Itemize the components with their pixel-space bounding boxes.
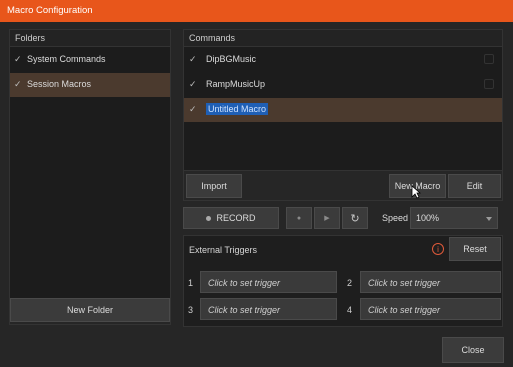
folder-item-label: System Commands — [27, 54, 106, 64]
command-item-dipbgmusic[interactable]: ✓ DipBGMusic — [184, 48, 502, 72]
speed-label: Speed — [382, 213, 409, 223]
trigger-number: 4 — [347, 305, 353, 315]
play-icon: ▶ — [324, 215, 330, 222]
folders-header: Folders — [10, 30, 170, 47]
check-icon: ✓ — [189, 104, 197, 114]
trigger-label: Click to set trigger — [208, 278, 281, 288]
trigger-label: Click to set trigger — [208, 305, 281, 315]
trigger-number: 2 — [347, 278, 353, 288]
folders-footer: New Folder — [10, 298, 170, 324]
command-row-icon — [484, 54, 494, 64]
title-bar: Macro Configuration — [0, 0, 513, 22]
commands-header: Commands — [184, 30, 502, 47]
trigger-1-button[interactable]: Click to set trigger — [200, 271, 337, 293]
record-button[interactable]: RECORD — [183, 207, 279, 229]
close-button[interactable]: Close — [442, 337, 504, 363]
info-icon[interactable]: i — [432, 243, 444, 255]
stop-button[interactable]: ● — [286, 207, 312, 229]
command-item-rampmusicup[interactable]: ✓ RampMusicUp — [184, 73, 502, 97]
external-triggers-panel: External Triggers i Reset 1 Click to set… — [183, 235, 503, 327]
trigger-3-button[interactable]: Click to set trigger — [200, 298, 337, 320]
speed-value: 100% — [416, 213, 440, 223]
commands-toolbar: Import New Macro Edit — [184, 170, 502, 200]
edit-button[interactable]: Edit — [448, 174, 501, 198]
check-icon: ✓ — [189, 54, 197, 64]
new-folder-button[interactable]: New Folder — [10, 298, 170, 322]
trigger-4-button[interactable]: Click to set trigger — [360, 298, 501, 320]
play-button[interactable]: ▶ — [314, 207, 340, 229]
reset-button[interactable]: Reset — [449, 237, 501, 261]
trigger-label: Click to set trigger — [368, 305, 441, 315]
command-item-name-editor[interactable]: Untitled Macro — [206, 103, 269, 115]
command-item-label: RampMusicUp — [206, 79, 266, 89]
command-item-untitled-macro[interactable]: ✓ Untitled Macro — [184, 98, 502, 122]
commands-panel: Commands ✓ DipBGMusic ✓ RampMusicUp ✓ Un… — [183, 29, 503, 201]
import-button[interactable]: Import — [186, 174, 242, 198]
loop-button[interactable]: ↻ — [342, 207, 368, 229]
mouse-pointer-icon — [411, 185, 421, 199]
check-icon: ✓ — [189, 79, 197, 89]
folders-header-label: Folders — [15, 33, 46, 43]
record-label: RECORD — [216, 213, 256, 223]
command-item-label: DipBGMusic — [206, 54, 257, 64]
check-icon: ✓ — [14, 54, 22, 64]
command-row-icon — [484, 79, 494, 89]
commands-header-label: Commands — [189, 33, 236, 43]
external-triggers-title: External Triggers — [189, 245, 258, 255]
record-icon — [206, 215, 212, 221]
stop-icon: ● — [296, 214, 302, 222]
trigger-number: 1 — [188, 278, 194, 288]
speed-select[interactable]: 100% — [410, 207, 498, 229]
window-title: Macro Configuration — [7, 5, 93, 16]
folders-panel: Folders ✓ System Commands ✓ Session Macr… — [9, 29, 171, 325]
folder-item-session-macros[interactable]: ✓ Session Macros — [10, 73, 170, 97]
check-icon: ✓ — [14, 79, 22, 89]
trigger-number: 3 — [188, 305, 194, 315]
macro-controls: RECORD ● ▶ ↻ Speed 100% — [183, 205, 503, 231]
folder-item-label: Session Macros — [27, 79, 92, 89]
loop-icon: ↻ — [350, 212, 360, 225]
trigger-label: Click to set trigger — [368, 278, 441, 288]
trigger-2-button[interactable]: Click to set trigger — [360, 271, 501, 293]
macro-config-dialog: Folders ✓ System Commands ✓ Session Macr… — [0, 22, 513, 367]
chevron-down-icon — [486, 217, 492, 221]
folder-item-system-commands[interactable]: ✓ System Commands — [10, 48, 170, 72]
